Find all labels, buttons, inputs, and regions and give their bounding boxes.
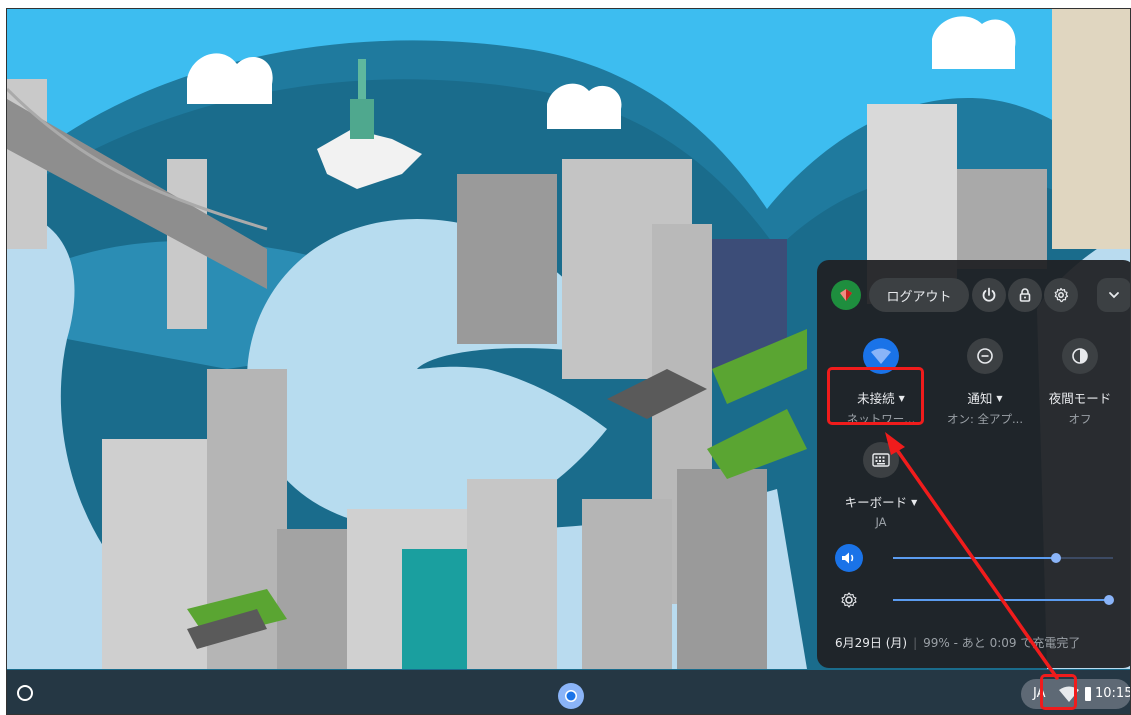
collapse-button[interactable] [1097, 278, 1130, 312]
volume-thumb[interactable] [1051, 553, 1061, 563]
notifications-tile-status: オン: 全アプ... [947, 412, 1023, 426]
notifications-toggle[interactable] [967, 338, 1003, 374]
volume-icon [842, 552, 854, 564]
chevron-down-icon [1109, 292, 1119, 299]
highlight-tray [1040, 674, 1077, 710]
gear-icon [1054, 287, 1069, 303]
power-icon [982, 287, 996, 302]
date-label[interactable]: 6月29日 (月) [835, 636, 907, 650]
logout-label: ログアウト [886, 289, 952, 305]
brightness-slider[interactable] [893, 592, 1114, 608]
brightness-button[interactable] [835, 586, 863, 614]
keyboard-icon [872, 453, 890, 467]
clock: 10:15 [1095, 686, 1131, 701]
brightness-fill [893, 599, 1109, 601]
keyboard-tile-status: JA [875, 515, 887, 529]
power-button[interactable] [972, 278, 1006, 312]
settings-button[interactable] [1044, 278, 1078, 312]
shelf: JA 10:15 [7, 670, 1131, 714]
quick-settings-panel: ログアウト 未接続 ▼ ネットワー... 通知 ▼ オン: 全アプ... 夜間モ… [817, 260, 1130, 668]
battery-status: 99% - あと 0:09 で充電完了 [923, 636, 1081, 650]
volume-slider[interactable] [893, 550, 1113, 566]
night-light-icon [1072, 348, 1088, 364]
brightness-icon [841, 592, 857, 608]
battery-icon [1085, 687, 1091, 701]
volume-button[interactable] [835, 544, 863, 572]
volume-fill [893, 557, 1056, 559]
avatar-icon [840, 289, 852, 301]
avatar[interactable] [831, 280, 861, 310]
night-light-tile-status: オフ [1068, 412, 1092, 426]
night-light-tile-label[interactable]: 夜間モード [1034, 388, 1126, 407]
do-not-disturb-icon [977, 348, 993, 364]
highlight-network-tile [827, 367, 924, 425]
brightness-thumb[interactable] [1104, 595, 1114, 605]
footer-divider: | [913, 636, 918, 650]
logout-button[interactable]: ログアウト [869, 278, 969, 312]
panel-footer: 6月29日 (月) | 99% - あと 0:09 で充電完了 [835, 634, 1080, 651]
wifi-icon [871, 348, 891, 364]
keyboard-toggle[interactable] [863, 442, 899, 478]
night-light-toggle[interactable] [1062, 338, 1098, 374]
lock-button[interactable] [1008, 278, 1042, 312]
launcher-icon[interactable] [17, 685, 33, 701]
notifications-tile-label[interactable]: 通知 ▼ [939, 388, 1031, 407]
lock-icon [1019, 288, 1031, 302]
keyboard-tile-label[interactable]: キーボード ▼ [835, 492, 927, 511]
desktop-frame: ログアウト 未接続 ▼ ネットワー... 通知 ▼ オン: 全アプ... 夜間モ… [6, 8, 1131, 715]
chrome-icon[interactable] [557, 682, 585, 710]
